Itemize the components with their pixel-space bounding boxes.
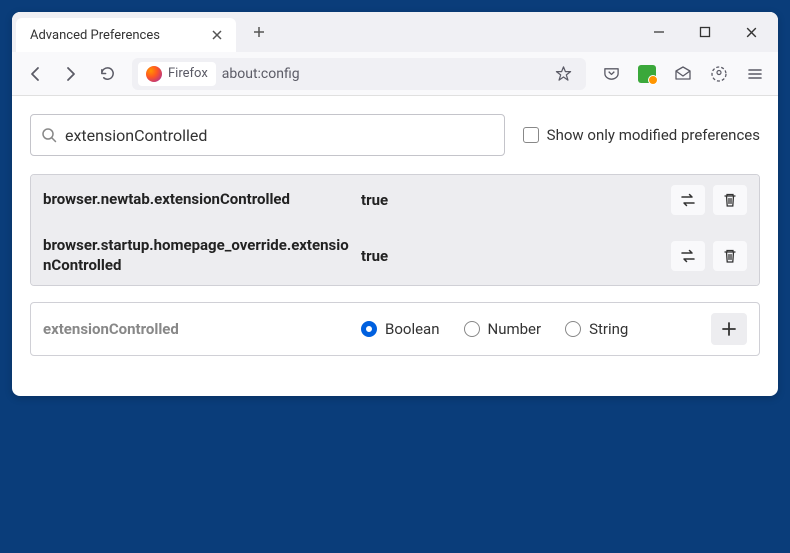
add-pref-button[interactable] bbox=[711, 313, 747, 345]
pref-name: browser.startup.homepage_override.extens… bbox=[43, 236, 353, 275]
tab-title: Advanced Preferences bbox=[30, 28, 160, 43]
back-button[interactable] bbox=[18, 58, 52, 90]
radio-label: Number bbox=[488, 320, 542, 338]
radio-number[interactable]: Number bbox=[464, 320, 542, 338]
type-radio-group: Boolean Number String bbox=[361, 320, 703, 338]
search-icon bbox=[41, 127, 57, 143]
pref-name: browser.newtab.extensionControlled bbox=[43, 190, 353, 210]
account-button[interactable] bbox=[702, 58, 736, 90]
identity-box[interactable]: Firefox bbox=[138, 62, 216, 86]
bookmark-star-button[interactable] bbox=[546, 58, 580, 90]
checkbox-icon bbox=[523, 127, 539, 143]
pref-row[interactable]: browser.newtab.extensionControlled true bbox=[31, 175, 759, 225]
new-pref-name: extensionControlled bbox=[43, 320, 353, 338]
pref-actions bbox=[671, 241, 747, 271]
radio-label: String bbox=[589, 320, 628, 338]
menu-button[interactable] bbox=[738, 58, 772, 90]
close-window-button[interactable] bbox=[728, 12, 774, 52]
radio-label: Boolean bbox=[385, 320, 440, 338]
delete-button[interactable] bbox=[713, 185, 747, 215]
pref-row[interactable]: browser.startup.homepage_override.extens… bbox=[31, 225, 759, 285]
new-tab-button[interactable] bbox=[244, 17, 274, 47]
about-config-content: Show only modified preferences browser.n… bbox=[12, 96, 778, 396]
preferences-list: browser.newtab.extensionControlled true … bbox=[30, 174, 760, 286]
browser-window: Advanced Preferences bbox=[12, 12, 778, 396]
delete-button[interactable] bbox=[713, 241, 747, 271]
browser-tab[interactable]: Advanced Preferences bbox=[16, 18, 236, 52]
modified-only-toggle[interactable]: Show only modified preferences bbox=[523, 126, 760, 144]
search-box[interactable] bbox=[30, 114, 505, 156]
search-input[interactable] bbox=[65, 126, 494, 145]
extension-green-icon bbox=[638, 65, 656, 83]
url-bar[interactable]: Firefox about:config bbox=[132, 58, 586, 90]
forward-button[interactable] bbox=[54, 58, 88, 90]
new-pref-row: extensionControlled Boolean Number Strin… bbox=[30, 302, 760, 356]
window-controls bbox=[636, 12, 774, 52]
pref-value: true bbox=[361, 191, 663, 209]
navigation-toolbar: Firefox about:config bbox=[12, 52, 778, 96]
radio-icon bbox=[361, 321, 377, 337]
pocket-button[interactable] bbox=[594, 58, 628, 90]
mail-button[interactable] bbox=[666, 58, 700, 90]
toggle-button[interactable] bbox=[671, 185, 705, 215]
pref-value: true bbox=[361, 247, 663, 265]
radio-icon bbox=[565, 321, 581, 337]
firefox-logo-icon bbox=[146, 66, 162, 82]
radio-boolean[interactable]: Boolean bbox=[361, 320, 440, 338]
maximize-button[interactable] bbox=[682, 12, 728, 52]
minimize-button[interactable] bbox=[636, 12, 682, 52]
extension-button[interactable] bbox=[630, 58, 664, 90]
radio-string[interactable]: String bbox=[565, 320, 628, 338]
titlebar: Advanced Preferences bbox=[12, 12, 778, 52]
close-tab-button[interactable] bbox=[208, 26, 226, 44]
pref-actions bbox=[671, 185, 747, 215]
identity-label: Firefox bbox=[168, 66, 208, 81]
url-text: about:config bbox=[222, 66, 540, 82]
reload-button[interactable] bbox=[90, 58, 124, 90]
modified-only-label: Show only modified preferences bbox=[547, 126, 760, 144]
toggle-button[interactable] bbox=[671, 241, 705, 271]
radio-icon bbox=[464, 321, 480, 337]
search-row: Show only modified preferences bbox=[30, 114, 760, 156]
